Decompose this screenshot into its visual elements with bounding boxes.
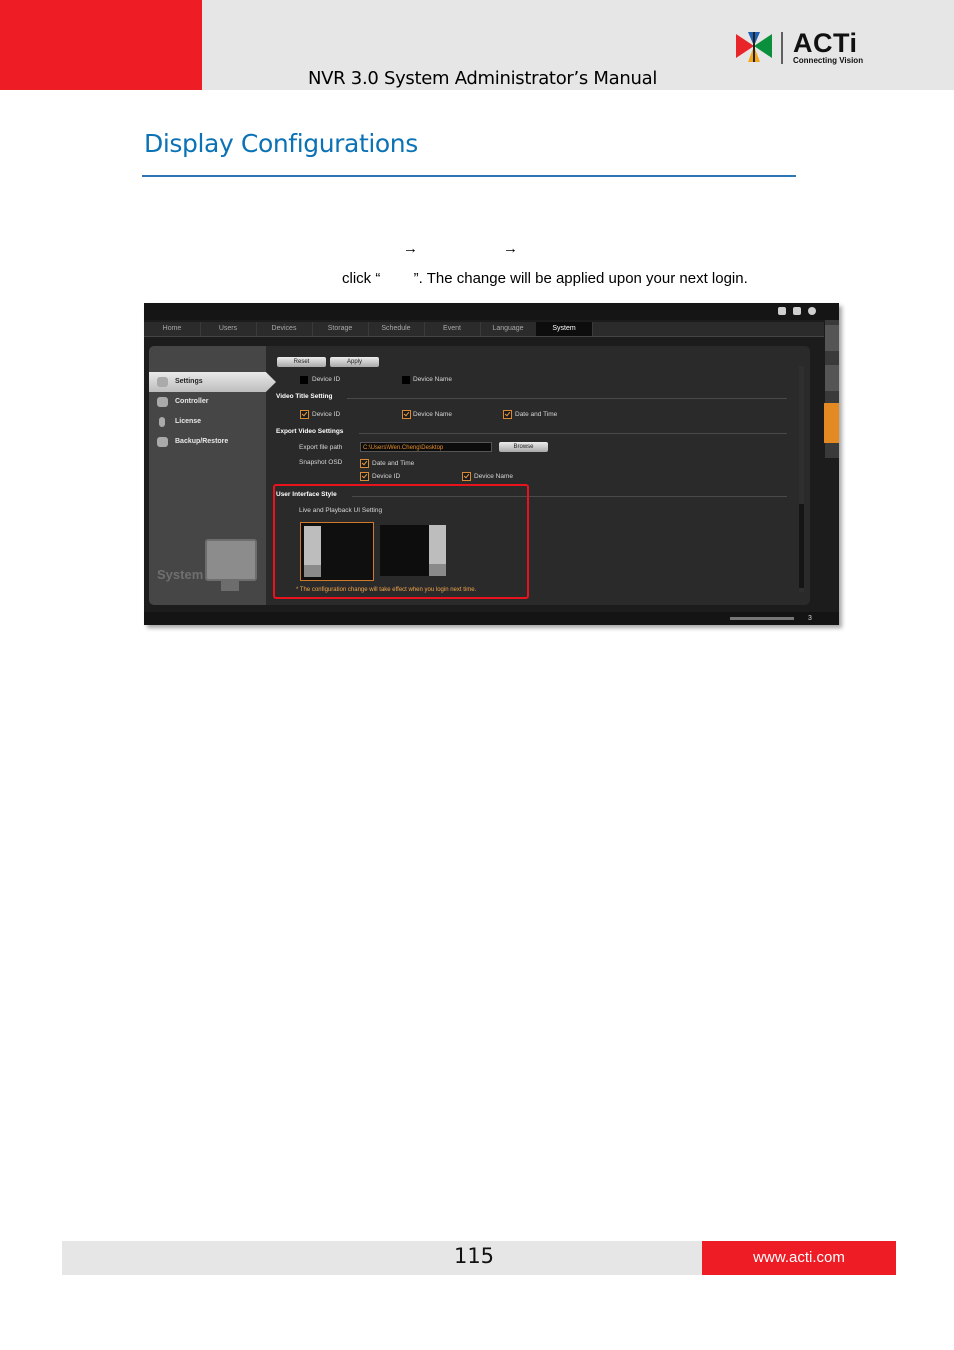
apply-button[interactable]: Apply — [330, 357, 379, 367]
logo-wordmark: ACTi — [793, 28, 858, 58]
monitor-stand — [221, 579, 239, 591]
user-count: 3 — [808, 615, 812, 622]
export-path-label: Export file path — [299, 444, 343, 451]
device-name-label: Device Name — [413, 376, 453, 383]
osd-device-id-checkbox[interactable] — [360, 472, 369, 481]
device-name-checkbox[interactable] — [402, 376, 410, 384]
arrow-icon: → — [403, 240, 418, 257]
snapshot-osd-label: Snapshot OSD — [299, 459, 343, 466]
title-device-id-checkbox[interactable] — [300, 410, 309, 419]
browse-button[interactable]: Browse — [499, 442, 548, 452]
footer-band — [62, 1241, 702, 1275]
sidebar-item-controller[interactable]: Controller — [149, 392, 276, 412]
device-id-label: Device ID — [312, 376, 341, 383]
scrollbar-thumb[interactable] — [799, 504, 804, 588]
tab-bar: Home Users Devices Storage Schedule Even… — [144, 322, 824, 337]
sidebar-item-label: License — [175, 418, 202, 425]
tools-icon[interactable] — [824, 403, 839, 443]
tab-storage[interactable]: Storage — [312, 322, 369, 336]
settings-panel: Settings Controller License Backup/Resto… — [149, 346, 810, 605]
heading-rule — [142, 175, 796, 177]
joystick-icon — [157, 397, 168, 407]
tab-schedule[interactable]: Schedule — [368, 322, 425, 336]
title-bar — [144, 303, 839, 320]
fast-forward-icon[interactable] — [825, 365, 839, 391]
reset-button[interactable]: Reset — [277, 357, 326, 367]
tab-system[interactable]: System — [536, 322, 593, 336]
settings-icon[interactable] — [778, 307, 786, 315]
highlight-box — [273, 484, 529, 599]
sidebar-title: System — [157, 567, 204, 582]
manual-title: NVR 3.0 System Administrator’s Manual — [308, 68, 658, 89]
tab-users[interactable]: Users — [200, 322, 257, 336]
sidebar-item-label: Backup/Restore — [175, 438, 229, 445]
title-date-time-label: Date and Time — [515, 411, 558, 418]
title-device-name-checkbox[interactable] — [402, 410, 411, 419]
key-icon — [159, 417, 165, 427]
website-link[interactable]: www.acti.com — [702, 1249, 896, 1266]
status-bar: 3 — [144, 612, 839, 625]
section-divider — [347, 398, 787, 399]
nvr-screenshot: Home Users Devices Storage Schedule Even… — [144, 303, 839, 625]
system-monitor-icon — [205, 539, 257, 581]
sidebar-item-license[interactable]: License — [149, 412, 276, 432]
osd-device-name-label: Device Name — [474, 473, 514, 480]
header-red-block — [0, 0, 202, 90]
arrow-icon: → — [503, 240, 518, 257]
volume-slider[interactable] — [730, 617, 794, 620]
logo-tagline: Connecting Vision — [793, 56, 864, 65]
sidebar-item-label: Controller — [175, 398, 209, 405]
page-number: 115 — [453, 1244, 495, 1268]
section-heading: Display Configurations — [144, 129, 418, 158]
osd-device-id-label: Device ID — [372, 473, 401, 480]
sidebar-item-settings[interactable]: Settings — [149, 372, 276, 392]
export-video-heading: Export Video Settings — [276, 428, 344, 435]
export-path-field[interactable]: C:\Users\Wen.Cheng\Desktop — [360, 442, 492, 452]
tab-devices[interactable]: Devices — [256, 322, 313, 336]
tab-event[interactable]: Event — [424, 322, 481, 336]
info-icon[interactable] — [808, 307, 816, 315]
title-device-id-label: Device ID — [312, 411, 341, 418]
eye-icon[interactable] — [825, 325, 839, 351]
folder-icon — [157, 437, 168, 447]
tab-home[interactable]: Home — [144, 322, 201, 336]
osd-date-time-checkbox[interactable] — [360, 459, 369, 468]
document-icon[interactable] — [793, 307, 801, 315]
device-id-checkbox[interactable] — [300, 376, 308, 384]
section-divider — [359, 433, 787, 434]
instruction-text: click “ ”. The change will be applied up… — [342, 270, 748, 287]
title-device-name-label: Device Name — [413, 411, 453, 418]
sidebar-item-backup-restore[interactable]: Backup/Restore — [149, 432, 276, 452]
osd-date-time-label: Date and Time — [372, 460, 415, 467]
osd-device-name-checkbox[interactable] — [462, 472, 471, 481]
sidebar-item-label: Settings — [175, 378, 203, 385]
tab-language[interactable]: Language — [480, 322, 537, 336]
title-date-time-checkbox[interactable] — [503, 410, 512, 419]
video-title-heading: Video Title Setting — [276, 393, 333, 400]
gear-icon — [157, 377, 168, 387]
